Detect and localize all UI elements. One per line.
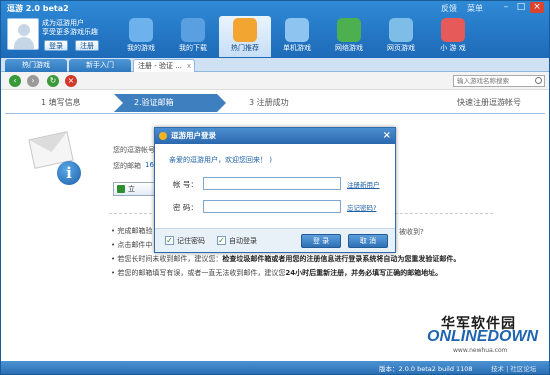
online-game-icon (337, 18, 361, 42)
account-info-text: 您的逗游帐号 (113, 146, 155, 154)
toolbar: ‹ › ↻ × (1, 72, 549, 90)
registration-steps: 1 填写信息 2.验证邮箱 3 注册成功 快速注册逗游帐号 (5, 94, 545, 114)
nav-label: 单机游戏 (283, 44, 311, 52)
nav-my-games[interactable]: 我的游戏 (115, 16, 167, 57)
title-bar: 逗游 2.0 beta2 反馈 菜单 – □ × (1, 1, 549, 15)
password-input[interactable] (203, 200, 341, 213)
app-title: 逗游 2.0 beta2 (7, 4, 69, 13)
status-bar: 版本：2.0.0 beta2 build 1108 技术 | 社区论坛 (1, 361, 549, 374)
search-icon[interactable] (535, 77, 542, 84)
watermark-logo: 华军软件园 ONLINEDOWN www.newhua.com (427, 313, 547, 363)
welcome-text: 亲爱的逗游用户，欢迎您回来！ ) (169, 156, 272, 164)
check-icon (117, 185, 125, 193)
user-panel: 成为逗游用户 享受更多游戏乐趣 登录 注册 (5, 16, 105, 56)
nav-online-games[interactable]: 网络游戏 (323, 16, 375, 57)
info-icon: i (57, 161, 81, 185)
nav-label: 网络游戏 (335, 44, 363, 52)
stop-icon[interactable]: × (65, 75, 77, 87)
tab-hot-games[interactable]: 热门游戏 (5, 59, 67, 72)
menu-link[interactable]: 菜单 (467, 3, 483, 14)
nav-label: 网页游戏 (387, 44, 415, 52)
step-1: 1 填写信息 (41, 98, 81, 107)
bullet-emphasis: 检查垃圾邮件箱或者用您的注册信息进行登录系统将自动为您重发验证邮件。 (222, 255, 461, 263)
close-icon[interactable]: × (530, 2, 544, 13)
header: 逗游 2.0 beta2 反馈 菜单 – □ × 成为逗游用户 享受更多游戏乐趣… (1, 1, 549, 58)
back-icon[interactable]: ‹ (9, 75, 21, 87)
nav-my-downloads[interactable]: 我的下载 (167, 16, 219, 57)
avatar[interactable] (7, 18, 39, 50)
register-button[interactable]: 注册 (75, 40, 99, 51)
web-game-icon (389, 18, 413, 42)
tab-beginner[interactable]: 新手入门 (69, 59, 131, 72)
nav-mini-games[interactable]: 小 游 戏 (427, 16, 479, 57)
app-window: 逗游 2.0 beta2 反馈 菜单 – □ × 成为逗游用户 享受更多游戏乐趣… (0, 0, 550, 375)
not-received-note: 被收到? (399, 228, 424, 236)
account-input[interactable] (203, 177, 341, 190)
nav-hot-recommend[interactable]: 热门推荐 (219, 16, 271, 57)
joystick-icon (441, 18, 465, 42)
dialog-title: 逗游用户登录 (171, 131, 216, 140)
hot-recommend-icon (233, 18, 257, 42)
dialog-title-bar: 逗游用户登录 × (155, 128, 395, 144)
tab-register-verify[interactable]: 注册 - 验证 ... x (133, 59, 195, 72)
nav-label: 我的下载 (179, 44, 207, 52)
controller-icon (285, 18, 309, 42)
remember-password-label: 记住密码 (177, 237, 205, 245)
nav-label: 热门推荐 (231, 44, 259, 52)
watermark-en: ONLINEDOWN (427, 328, 539, 345)
tab-strip: 热门游戏 新手入门 注册 - 验证 ... x (1, 58, 549, 72)
forward-icon[interactable]: › (27, 75, 39, 87)
bullet-text: 完成邮箱验 (117, 227, 153, 235)
dialog-cancel-button[interactable]: 取 消 (348, 234, 388, 248)
bullet-text: 若您的邮箱填写有误，或者一直无法收到邮件，建议您 (117, 269, 286, 277)
list-item: • 若您的邮箱填写有误，或者一直无法收到邮件，建议您24小时后重新注册，并务必填… (111, 269, 443, 277)
divider (5, 113, 545, 114)
auto-login-checkbox[interactable]: ✓ (217, 236, 226, 245)
remember-password-checkbox[interactable]: ✓ (165, 236, 174, 245)
bullet-text: 点击邮件中 (117, 241, 153, 249)
step-3: 3 注册成功 (249, 98, 289, 107)
dialog-footer: ✓ 记住密码 ✓ 自动登录 登 录 取 消 (155, 228, 395, 252)
watermark-url: www.newhua.com (453, 347, 508, 354)
list-item: • 若您长时间未收到邮件，建议您：检查垃圾邮件箱或者用您的注册信息进行登录系统将… (111, 255, 461, 263)
forgot-password-link[interactable]: 忘记密码? (347, 202, 376, 212)
gamepad-icon (129, 18, 153, 42)
login-button[interactable]: 登录 (44, 40, 68, 51)
bullet-emphasis: 24小时后重新注册，并务必填写正确的邮箱地址。 (285, 269, 443, 277)
steps-right-label: 快速注册逗游帐号 (457, 98, 521, 107)
version-text: 版本：2.0.0 beta2 build 1108 (379, 365, 473, 373)
auto-login-label: 自动登录 (229, 237, 257, 245)
user-prompt-line2: 享受更多游戏乐趣 (42, 28, 98, 36)
tab-label: 注册 - 验证 ... (138, 62, 182, 70)
nav-single-player[interactable]: 单机游戏 (271, 16, 323, 57)
button-label: 立 (128, 185, 135, 193)
dialog-login-button[interactable]: 登 录 (301, 234, 341, 248)
maximize-icon[interactable]: □ (514, 2, 528, 13)
register-new-user-link[interactable]: 注册新用户 (347, 179, 380, 189)
download-icon (181, 18, 205, 42)
dialog-close-icon[interactable]: × (383, 128, 391, 144)
bullet-text: 若您长时间未收到邮件，建议您： (117, 255, 223, 263)
search-input[interactable] (453, 75, 545, 87)
list-item: • 点击邮件中 (111, 241, 153, 249)
user-icon (159, 132, 167, 140)
login-dialog: 逗游用户登录 × 亲爱的逗游用户，欢迎您回来！ ) 帐 号： 注册新用户 密 码… (154, 127, 396, 253)
email-info-text: 您的邮箱 (113, 162, 141, 170)
nav-label: 小 游 戏 (440, 44, 466, 52)
step-2-current: 2.验证邮箱 (114, 94, 226, 112)
status-link[interactable]: 技术 | 社区论坛 (491, 363, 536, 373)
list-item: • 完成邮箱验 (111, 227, 153, 235)
tab-close-icon[interactable]: x (187, 60, 191, 72)
refresh-icon[interactable]: ↻ (47, 75, 59, 87)
feedback-link[interactable]: 反馈 (441, 3, 457, 14)
account-label: 帐 号： (173, 180, 198, 189)
password-label: 密 码： (173, 203, 198, 212)
nav-web-games[interactable]: 网页游戏 (375, 16, 427, 57)
minimize-icon[interactable]: – (499, 2, 513, 13)
email-value: 16 (145, 161, 154, 169)
nav-label: 我的游戏 (127, 44, 155, 52)
